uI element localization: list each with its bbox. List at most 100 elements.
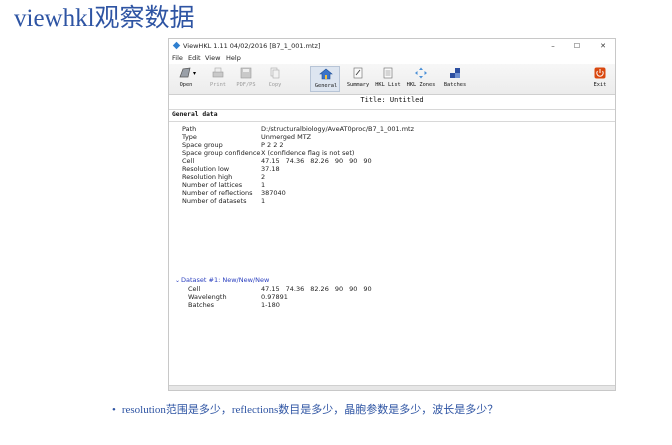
open-folder-icon [179, 67, 191, 78]
menu-bar: File Edit View Help [169, 53, 615, 64]
number-of-datasets-value: 1 [261, 197, 266, 205]
resolution-low-value: 37.18 [261, 165, 280, 173]
cell-b: 74.36 [285, 157, 305, 165]
bullet-dot-icon: • [112, 404, 116, 416]
resolution-high-key: Resolution high [182, 173, 233, 181]
exit-label: Exit [593, 82, 607, 88]
general-data-table: Path D:/structuralbiology/AveAT0proc/B7_… [179, 125, 609, 205]
dataset-row-cell: Cell 47.15 74.36 82.26 90 90 90 [175, 285, 609, 293]
dataset-header[interactable]: ⌄Dataset #1: New/New/New [175, 276, 609, 285]
batches-key: Batches [188, 301, 215, 309]
dataset-header-label[interactable]: Dataset #1: New/New/New [181, 276, 269, 284]
dataset-cell-key: Cell [188, 285, 201, 293]
space-group-key: Space group [182, 141, 223, 149]
dataset-cell-b: 74.36 [285, 285, 305, 293]
path-value: D:/structuralbiology/AveAT0proc/B7_1_001… [261, 125, 415, 133]
cell-values: 47.15 74.36 82.26 90 90 90 [261, 157, 378, 165]
open-button[interactable]: ▾ Open [171, 66, 201, 92]
dataset-cell-values: 47.15 74.36 82.26 90 90 90 [261, 285, 378, 293]
dataset-cell-alpha: 90 [334, 285, 344, 293]
wavelength-value: 0.97891 [261, 293, 288, 301]
list-icon [383, 67, 393, 79]
pdfps-button[interactable]: PDF/PS [231, 66, 261, 92]
row-space-group-confidence: Space group confidence X (confidence fla… [179, 149, 609, 157]
dataset-row-wavelength: Wavelength 0.97891 [175, 293, 609, 301]
home-icon [319, 68, 333, 80]
dataset-cell-a: 47.15 [261, 285, 280, 293]
type-key: Type [182, 133, 197, 141]
batches-label: Batches [443, 82, 467, 88]
path-key: Path [182, 125, 197, 133]
horizontal-scrollbar[interactable] [169, 385, 615, 390]
hkl-zones-button[interactable]: HKL Zones [406, 66, 436, 92]
exit-power-icon [594, 67, 606, 79]
printer-icon [212, 67, 224, 78]
menu-file[interactable]: File [172, 54, 183, 62]
section-header-label: General data [172, 111, 218, 118]
dataset-cell-beta: 90 [349, 285, 358, 293]
number-of-reflections-value: 387040 [261, 189, 286, 197]
close-button[interactable]: ✕ [597, 41, 609, 51]
number-of-lattices-value: 1 [261, 181, 266, 189]
section-header: General data [169, 109, 615, 122]
resolution-low-key: Resolution low [182, 165, 230, 173]
toolbar: ▾ Open Print PDF/PS Copy General Summary… [169, 64, 615, 95]
menu-edit[interactable]: Edit [188, 54, 201, 62]
menu-help[interactable]: Help [226, 54, 241, 62]
dataset-cell-gamma: 90 [363, 285, 372, 293]
minimize-button[interactable]: – [547, 41, 559, 51]
batches-blocks-icon [450, 68, 460, 78]
open-dropdown-icon[interactable]: ▾ [193, 70, 196, 77]
batches-value: 1-180 [261, 301, 280, 309]
resolution-high-value: 2 [261, 173, 266, 181]
type-value: Unmerged MTZ [261, 133, 312, 141]
row-space-group: Space group P 2 2 2 [179, 141, 609, 149]
mtz-title: Title: Untitled [360, 96, 424, 104]
number-of-reflections-key: Number of reflections [182, 189, 253, 197]
general-button[interactable]: General [310, 66, 340, 92]
maximize-button[interactable]: ☐ [571, 41, 583, 51]
slide-title: viewhkl观察数据 [14, 5, 195, 32]
cell-gamma: 90 [363, 157, 372, 165]
cell-alpha: 90 [334, 157, 344, 165]
save-disk-icon [240, 67, 252, 79]
dataset-cell-c: 82.26 [310, 285, 329, 293]
cell-key: Cell [182, 157, 195, 165]
exit-button[interactable]: Exit [585, 66, 615, 92]
question-text: resolution范围是多少，reflections数目是多少，晶胞参数是多少… [121, 404, 499, 416]
space-group-value: P 2 2 2 [261, 141, 284, 149]
summary-document-icon [353, 67, 363, 79]
number-of-datasets-key: Number of datasets [182, 197, 247, 205]
row-resolution-low: Resolution low 37.18 [179, 165, 609, 173]
row-number-of-datasets: Number of datasets 1 [179, 197, 609, 205]
zones-arrows-icon [415, 67, 427, 79]
copy-icon [270, 67, 280, 79]
window-titlebar: ViewHKL 1.11 04/02/2016 [B7_1_001.mtz] –… [169, 39, 615, 53]
space-group-confidence-value: X (confidence flag is not set) [261, 149, 355, 157]
window-title: ViewHKL 1.11 04/02/2016 [B7_1_001.mtz] [183, 42, 321, 50]
batches-button[interactable]: Batches [440, 66, 470, 92]
menu-view[interactable]: View [205, 54, 220, 62]
dataset-row-batches: Batches 1-180 [175, 301, 609, 309]
copy-button[interactable]: Copy [260, 66, 290, 92]
number-of-lattices-key: Number of lattices [182, 181, 243, 189]
row-path: Path D:/structuralbiology/AveAT0proc/B7_… [179, 125, 609, 133]
cell-c: 82.26 [310, 157, 329, 165]
viewhkl-window: ViewHKL 1.11 04/02/2016 [B7_1_001.mtz] –… [168, 38, 616, 391]
hkl-list-button[interactable]: HKL List [373, 66, 403, 92]
space-group-confidence-key: Space group confidence [182, 149, 261, 157]
cell-a: 47.15 [261, 157, 280, 165]
dataset-section: ⌄Dataset #1: New/New/New Cell 47.15 74.36… [175, 276, 609, 309]
row-number-of-reflections: Number of reflections 387040 [179, 189, 609, 197]
app-icon [172, 41, 181, 50]
summary-button[interactable]: Summary [343, 66, 373, 92]
copy-label: Copy [268, 82, 282, 88]
general-data-panel: Path D:/structuralbiology/AveAT0proc/B7_… [169, 122, 615, 390]
row-resolution-high: Resolution high 2 [179, 173, 609, 181]
cell-beta: 90 [349, 157, 358, 165]
row-number-of-lattices: Number of lattices 1 [179, 181, 609, 189]
row-type: Type Unmerged MTZ [179, 133, 609, 141]
print-button[interactable]: Print [203, 66, 233, 92]
row-cell: Cell 47.15 74.36 82.26 90 90 90 [179, 157, 609, 165]
wavelength-key: Wavelength [188, 293, 227, 301]
